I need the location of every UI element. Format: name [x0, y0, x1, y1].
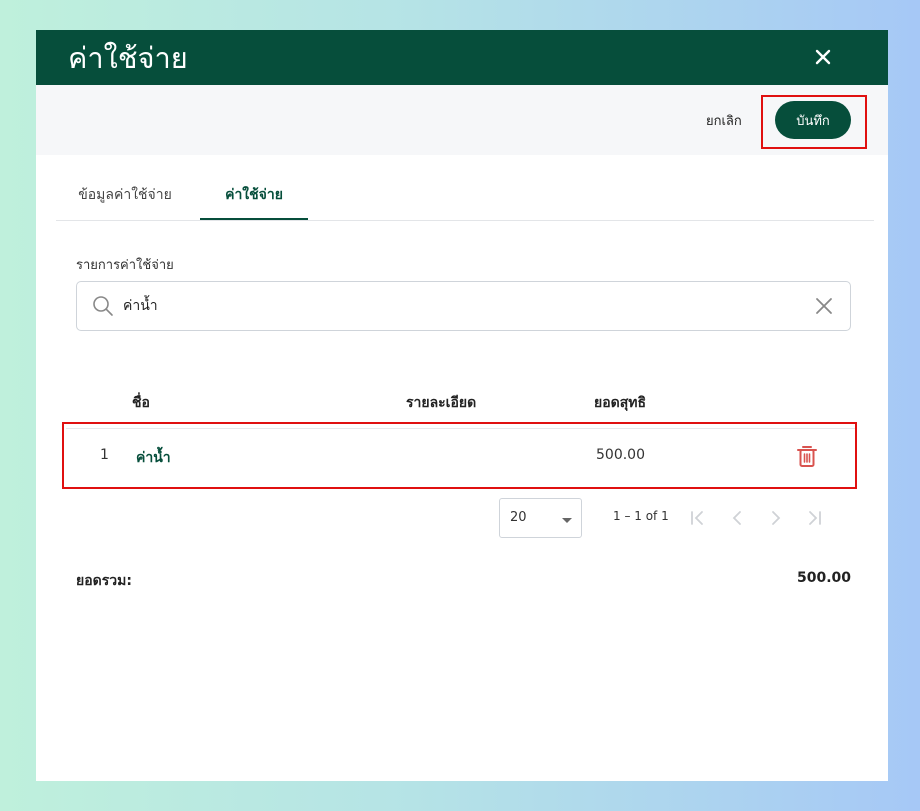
- trash-icon[interactable]: [794, 443, 820, 469]
- close-button[interactable]: [808, 42, 838, 72]
- column-header-name: ชื่อ: [132, 395, 150, 411]
- row-index: 1: [100, 447, 109, 463]
- page-size-value: 20: [510, 510, 527, 525]
- expense-item-label: รายการค่าใช้จ่าย: [76, 258, 174, 273]
- close-icon: [815, 49, 831, 65]
- save-button[interactable]: บันทึก: [775, 101, 851, 139]
- dialog-header: ค่าใช้จ่าย: [36, 30, 888, 85]
- search-icon: [93, 296, 113, 316]
- page-size-select[interactable]: 20: [499, 498, 582, 538]
- tab-bar: ข้อมูลค่าใช้จ่าย ค่าใช้จ่าย: [56, 170, 874, 221]
- prev-page-icon[interactable]: [726, 507, 748, 529]
- search-input[interactable]: [123, 294, 763, 318]
- tab-expenses[interactable]: ค่าใช้จ่าย: [200, 170, 308, 220]
- tab-expense-info[interactable]: ข้อมูลค่าใช้จ่าย: [76, 170, 174, 220]
- total-label: ยอดรวม:: [76, 573, 132, 589]
- cancel-button[interactable]: ยกเลิก: [706, 110, 742, 131]
- active-tab-indicator: [200, 218, 308, 220]
- expense-search-field[interactable]: [76, 281, 851, 331]
- clear-icon[interactable]: [812, 294, 836, 318]
- column-header-net-amount: ยอดสุทธิ: [594, 395, 647, 411]
- dialog-title: ค่าใช้จ่าย: [68, 41, 188, 75]
- last-page-icon[interactable]: [804, 507, 826, 529]
- row-name[interactable]: ค่าน้ำ: [136, 447, 171, 469]
- first-page-icon[interactable]: [686, 507, 708, 529]
- table-row[interactable]: 1 ค่าน้ำ 500.00: [66, 428, 856, 485]
- action-bar: ยกเลิก บันทึก: [36, 85, 888, 155]
- row-amount: 500.00: [596, 447, 645, 463]
- next-page-icon[interactable]: [765, 507, 787, 529]
- column-header-detail: รายละเอียด: [406, 395, 477, 411]
- expense-dialog: ค่าใช้จ่าย ยกเลิก บันทึก ข้อมูลค่าใช้จ่า…: [36, 30, 888, 781]
- caret-down-icon: [562, 518, 572, 523]
- total-value: 500.00: [796, 570, 851, 586]
- pagination-range: 1 – 1 of 1: [613, 509, 669, 523]
